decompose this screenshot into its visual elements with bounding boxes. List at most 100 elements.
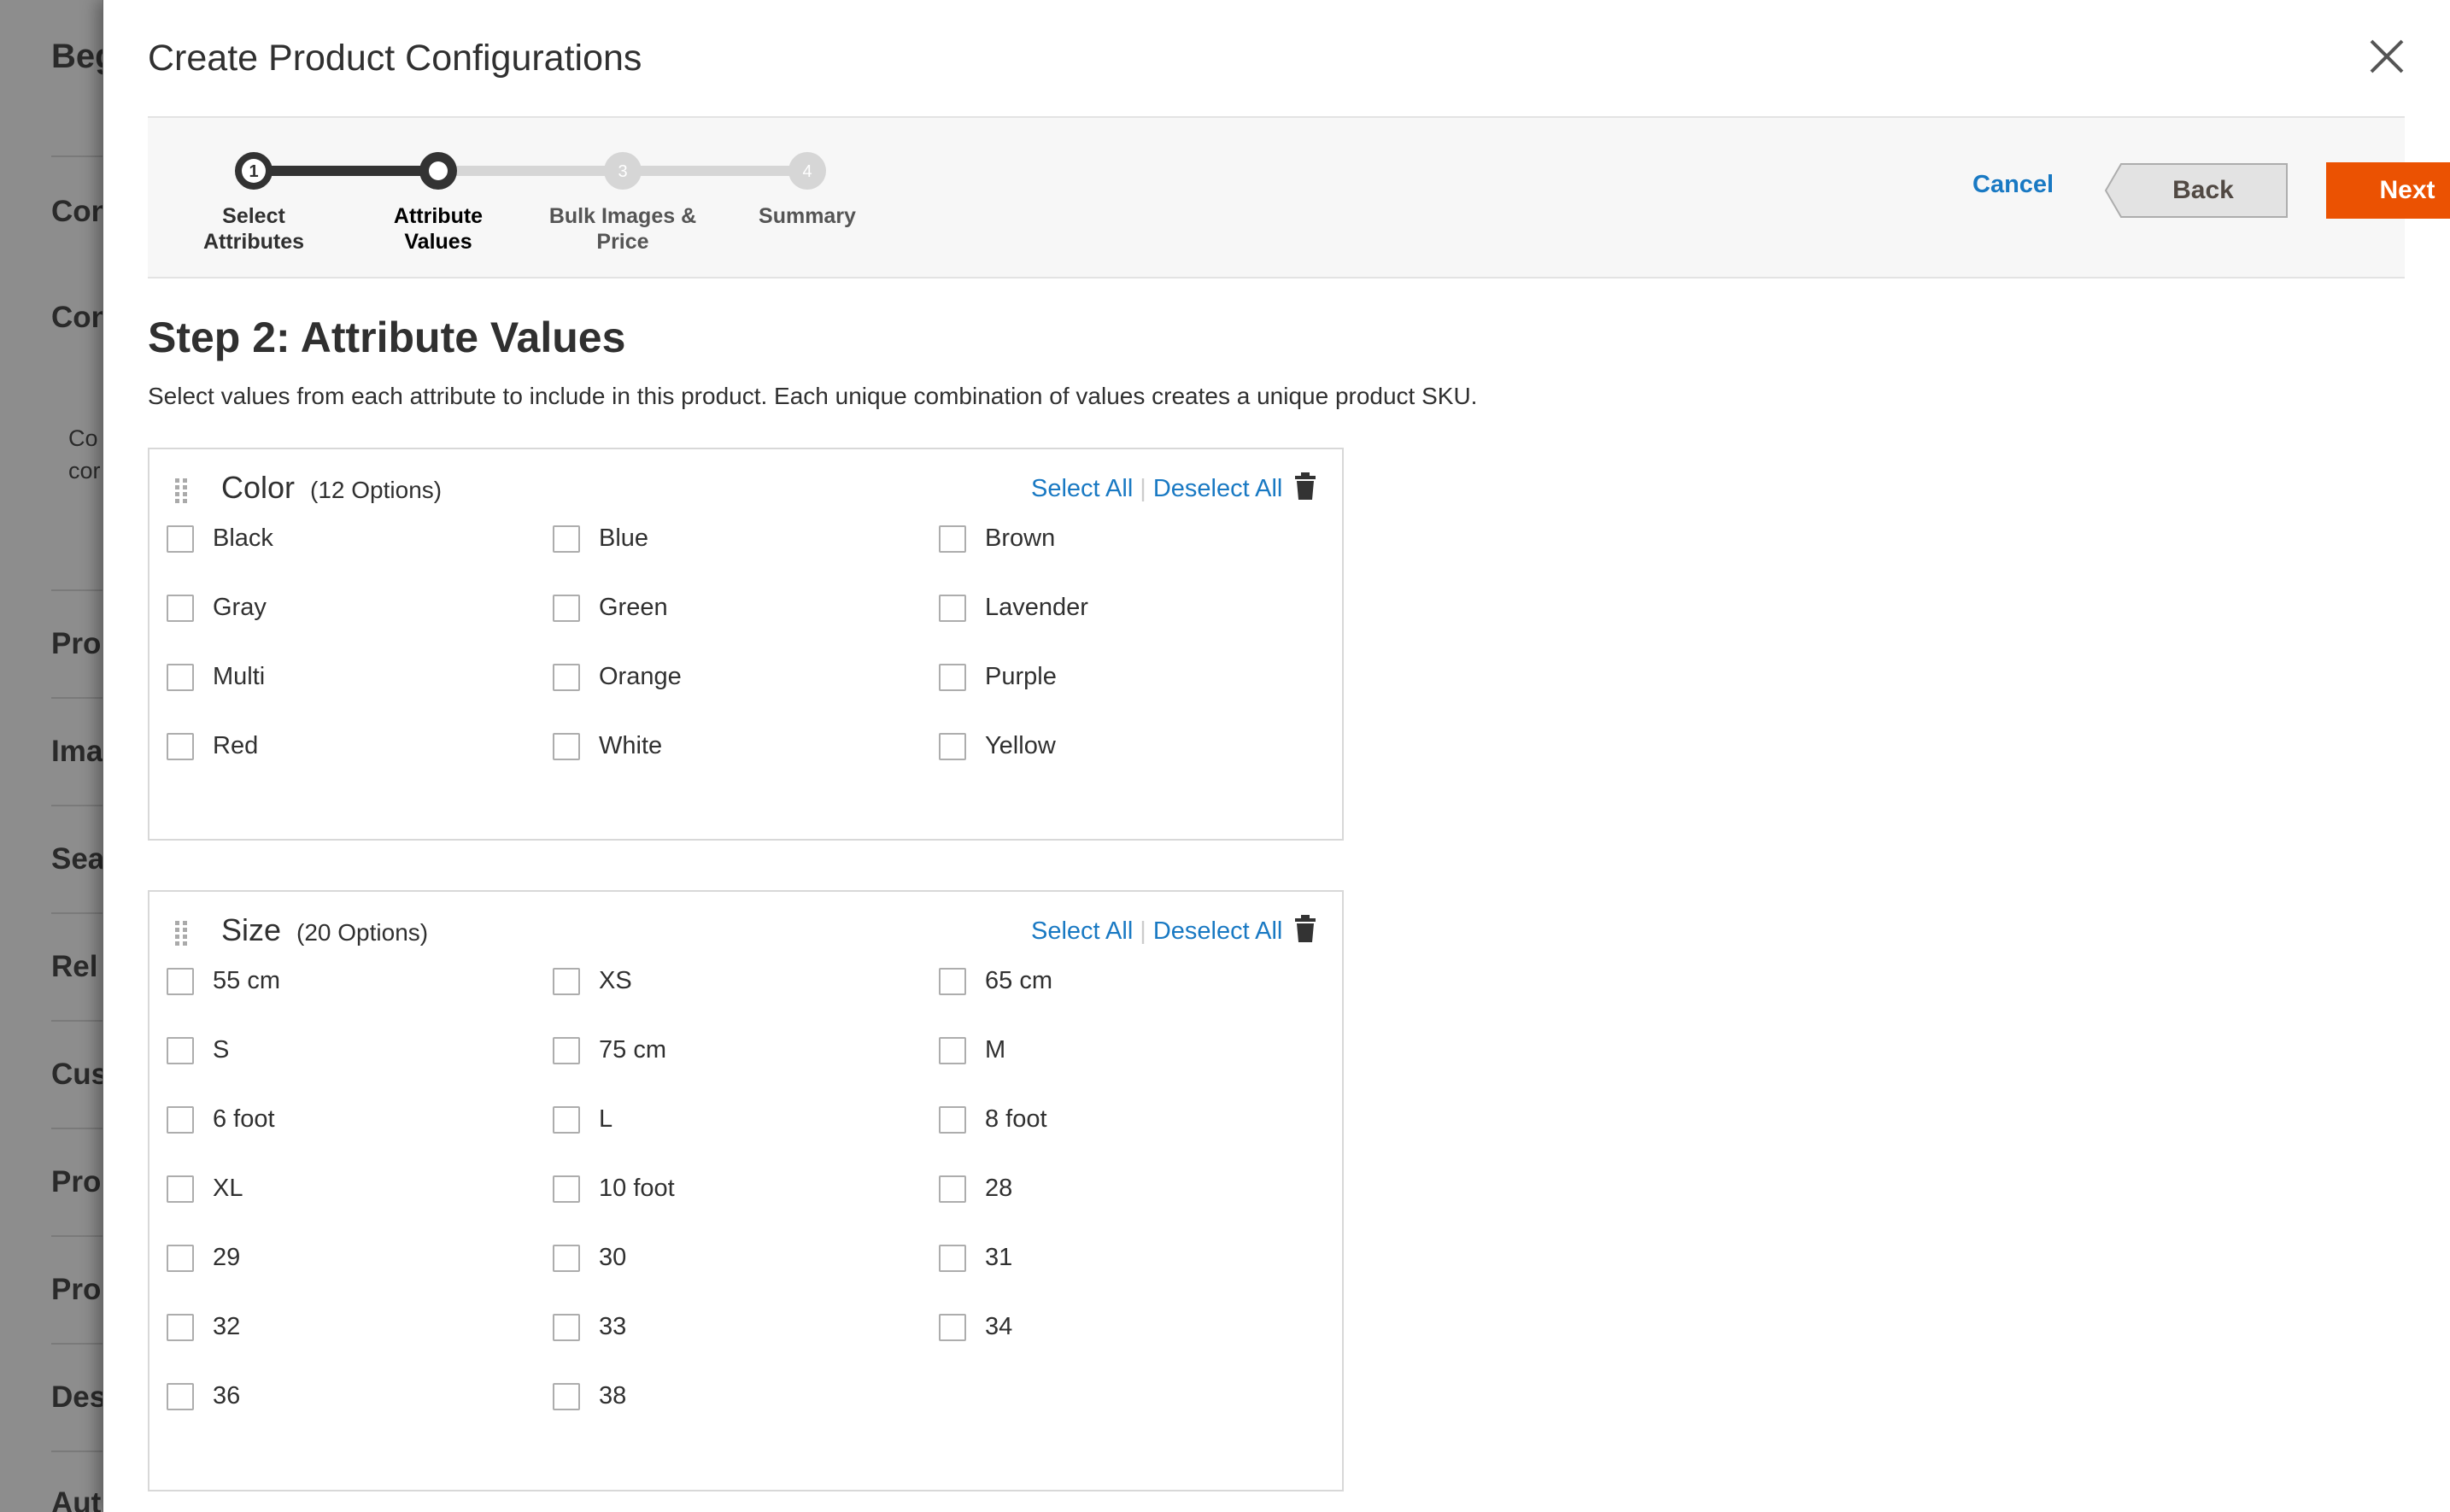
option-label: L [599, 1105, 613, 1133]
option-label: 34 [985, 1313, 1013, 1340]
background-item: Con [51, 195, 110, 228]
option-checkbox-row[interactable]: L [553, 1105, 612, 1134]
option-checkbox-row[interactable]: 28 [939, 1175, 1012, 1203]
option-checkbox[interactable] [939, 1036, 966, 1064]
trash-icon[interactable] [1294, 914, 1316, 943]
background-text: cor [68, 458, 101, 483]
step-4-dot[interactable]: 4 [788, 152, 826, 190]
option-checkbox-row[interactable]: M [939, 1036, 1005, 1064]
option-checkbox-row[interactable]: 36 [167, 1382, 240, 1410]
option-checkbox[interactable] [167, 967, 194, 995]
option-checkbox[interactable] [939, 663, 966, 691]
option-checkbox[interactable] [167, 525, 194, 553]
divider [51, 1128, 103, 1129]
step-3-dot[interactable]: 3 [604, 152, 642, 190]
option-checkbox[interactable] [167, 1105, 194, 1134]
option-checkbox[interactable] [553, 525, 580, 553]
option-checkbox-row[interactable]: XL [167, 1175, 243, 1203]
selection-links: Select All | Deselect All [1031, 475, 1283, 502]
option-label: 10 foot [599, 1175, 675, 1202]
back-button[interactable]: Back [2104, 162, 2289, 219]
cancel-button[interactable]: Cancel [1972, 171, 2054, 199]
option-checkbox[interactable] [939, 1105, 966, 1134]
attribute-option-count: (12 Options) [310, 477, 443, 503]
trash-icon[interactable] [1294, 472, 1316, 501]
step-2-dot[interactable] [419, 152, 457, 190]
option-checkbox-row[interactable]: 32 [167, 1313, 240, 1341]
divider [51, 589, 103, 591]
step-3-label[interactable]: Bulk Images & Price [529, 203, 717, 255]
option-checkbox[interactable] [167, 1244, 194, 1272]
option-checkbox-row[interactable]: Green [553, 594, 668, 622]
option-checkbox[interactable] [553, 1313, 580, 1341]
deselect-all-link[interactable]: Deselect All [1153, 917, 1283, 945]
option-checkbox-row[interactable]: 34 [939, 1313, 1012, 1341]
option-checkbox-row[interactable]: 6 foot [167, 1105, 275, 1134]
option-checkbox-row[interactable]: S [167, 1036, 229, 1064]
option-checkbox-row[interactable]: Multi [167, 663, 265, 691]
option-checkbox-row[interactable]: Yellow [939, 732, 1056, 760]
step-number: 1 [249, 162, 258, 181]
option-checkbox[interactable] [553, 1382, 580, 1410]
option-checkbox-row[interactable]: 55 cm [167, 967, 280, 995]
option-checkbox[interactable] [167, 1036, 194, 1064]
option-checkbox-row[interactable]: 38 [553, 1382, 626, 1410]
option-checkbox[interactable] [167, 663, 194, 691]
option-checkbox-row[interactable]: Gray [167, 594, 267, 622]
attribute-option-count: (20 Options) [296, 919, 429, 946]
option-label: White [599, 732, 663, 759]
option-checkbox[interactable] [167, 594, 194, 622]
option-checkbox[interactable] [167, 1175, 194, 1203]
option-checkbox-row[interactable]: 75 cm [553, 1036, 666, 1064]
option-checkbox[interactable] [167, 1313, 194, 1341]
next-button[interactable]: Next [2326, 162, 2450, 219]
option-checkbox[interactable] [553, 1105, 580, 1134]
option-checkbox[interactable] [167, 1382, 194, 1410]
option-checkbox[interactable] [167, 732, 194, 760]
close-button[interactable] [2366, 36, 2407, 77]
option-checkbox-row[interactable]: 8 foot [939, 1105, 1047, 1134]
deselect-all-link[interactable]: Deselect All [1153, 475, 1283, 502]
divider [51, 912, 103, 914]
option-checkbox-row[interactable]: XS [553, 967, 632, 995]
option-checkbox-row[interactable]: White [553, 732, 662, 760]
step-2-label[interactable]: Attribute Values [344, 203, 532, 255]
step-1-dot[interactable]: 1 [235, 152, 273, 190]
option-checkbox-row[interactable]: Black [167, 525, 273, 553]
option-checkbox-row[interactable]: Blue [553, 525, 648, 553]
option-checkbox[interactable] [939, 1175, 966, 1203]
option-checkbox-row[interactable]: Purple [939, 663, 1057, 691]
drag-handle-icon[interactable] [173, 919, 190, 948]
option-checkbox[interactable] [553, 1244, 580, 1272]
option-checkbox[interactable] [553, 732, 580, 760]
option-checkbox[interactable] [553, 594, 580, 622]
option-checkbox[interactable] [939, 967, 966, 995]
option-checkbox-row[interactable]: 10 foot [553, 1175, 675, 1203]
option-label: 30 [599, 1244, 627, 1271]
option-checkbox[interactable] [553, 1036, 580, 1064]
option-checkbox-row[interactable]: Orange [553, 663, 682, 691]
option-checkbox[interactable] [553, 663, 580, 691]
selection-links: Select All | Deselect All [1031, 917, 1283, 945]
option-checkbox-row[interactable]: 33 [553, 1313, 626, 1341]
select-all-link[interactable]: Select All [1031, 475, 1133, 502]
option-checkbox[interactable] [939, 594, 966, 622]
step-1-label[interactable]: Select Attributes [160, 203, 348, 255]
option-checkbox-row[interactable]: 30 [553, 1244, 626, 1272]
step-4-label[interactable]: Summary [713, 203, 901, 229]
option-checkbox-row[interactable]: Brown [939, 525, 1055, 553]
option-checkbox-row[interactable]: Lavender [939, 594, 1088, 622]
option-checkbox[interactable] [553, 967, 580, 995]
option-checkbox-row[interactable]: 65 cm [939, 967, 1052, 995]
option-checkbox[interactable] [939, 732, 966, 760]
option-checkbox-row[interactable]: 31 [939, 1244, 1012, 1272]
option-checkbox-row[interactable]: 29 [167, 1244, 240, 1272]
option-checkbox[interactable] [939, 1244, 966, 1272]
option-checkbox[interactable] [553, 1175, 580, 1203]
option-checkbox[interactable] [939, 525, 966, 553]
option-label: 33 [599, 1313, 627, 1340]
select-all-link[interactable]: Select All [1031, 917, 1133, 945]
drag-handle-icon[interactable] [173, 477, 190, 506]
option-checkbox[interactable] [939, 1313, 966, 1341]
option-checkbox-row[interactable]: Red [167, 732, 258, 760]
